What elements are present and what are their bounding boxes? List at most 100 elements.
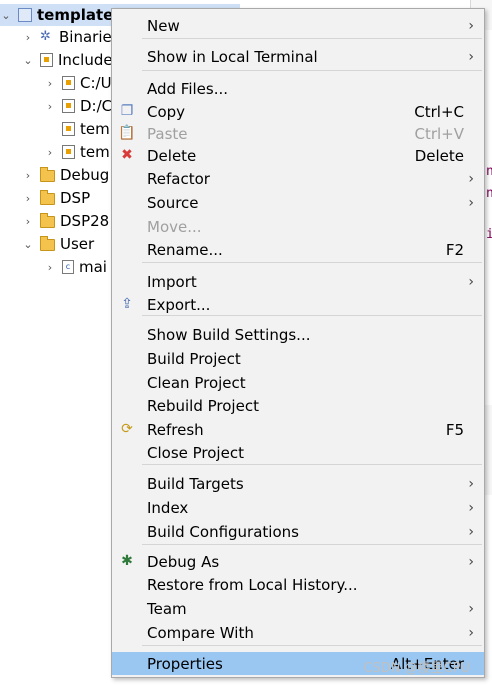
include-folder-icon [62, 122, 75, 136]
tree-item[interactable]: › ✲ Binarie [22, 26, 112, 48]
folder-icon [40, 190, 55, 205]
menu-separator [142, 544, 482, 545]
menu-item-label: Debug As [147, 552, 220, 571]
menu-separator [142, 38, 482, 39]
include-folder-icon [62, 145, 75, 159]
menu-item-label: Build Project [147, 349, 241, 368]
binaries-icon: ✲ [40, 29, 51, 44]
tree-item[interactable]: › tem [44, 141, 110, 163]
menu-separator [142, 262, 482, 263]
menu-item-move: Move... [112, 215, 484, 238]
chevron-right-icon: › [468, 48, 474, 65]
tree-item-label: template [37, 6, 114, 24]
tree-item-label: D:/C [80, 97, 113, 115]
context-menu: New › Show in Local Terminal › Add Files... ❐… [111, 8, 485, 678]
menu-item-import[interactable]: Import › [112, 270, 484, 293]
menu-separator [142, 645, 482, 646]
tree-item-label: Debug [60, 166, 110, 184]
menu-item-close-project[interactable]: Close Project [112, 441, 484, 464]
menu-item-label: Close Project [147, 443, 244, 462]
menu-item-new[interactable]: New › [112, 14, 484, 37]
menu-item-clean-project[interactable]: Clean Project [112, 371, 484, 394]
menu-item-rebuild-project[interactable]: Rebuild Project [112, 394, 484, 417]
tree-item[interactable]: › Debug [22, 164, 110, 186]
chevron-down-icon[interactable]: ⌄ [0, 9, 12, 22]
menu-item-source[interactable]: Source › [112, 191, 484, 214]
chevron-right-icon: › [468, 475, 474, 492]
tree-item[interactable]: › D:/C [44, 95, 112, 117]
menu-item-index[interactable]: Index › [112, 496, 484, 519]
menu-item-label: Export... [147, 295, 211, 314]
tree-item[interactable]: › DSP28 [22, 210, 109, 232]
menu-item-show-build-settings[interactable]: Show Build Settings... [112, 323, 484, 346]
tree-item-label: Include [58, 51, 113, 69]
tree-item[interactable]: › c mai [44, 256, 107, 278]
menu-item-label: Import [147, 272, 197, 291]
chevron-down-icon[interactable]: ⌄ [22, 238, 34, 251]
chevron-right-icon[interactable]: › [22, 192, 34, 205]
menu-item-refactor[interactable]: Refactor › [112, 167, 484, 190]
delete-icon: ✖ [121, 147, 133, 163]
menu-item-export[interactable]: ⇪ Export... [112, 293, 484, 316]
menu-item-label: Add Files... [147, 79, 229, 98]
menu-item-team[interactable]: Team › [112, 597, 484, 620]
export-icon: ⇪ [121, 296, 133, 312]
c-file-icon: c [62, 260, 74, 274]
menu-item-add-files[interactable]: Add Files... [112, 77, 484, 100]
tree-item[interactable]: ⌄ Include [22, 49, 113, 71]
tree-item-label: User [60, 235, 95, 253]
menu-item-shortcut: Ctrl+C [414, 102, 464, 121]
tree-item-label: tem [80, 120, 110, 138]
menu-item-label: Properties [147, 654, 223, 673]
chevron-right-icon[interactable]: › [44, 77, 56, 90]
menu-item-restore-from-local-history[interactable]: Restore from Local History... [112, 573, 484, 596]
tree-item-label: tem [80, 143, 110, 161]
tree-item[interactable]: tem [44, 118, 110, 140]
menu-item-build-configurations[interactable]: Build Configurations › [112, 520, 484, 543]
chevron-right-icon[interactable]: › [22, 169, 34, 182]
tree-item-label: mai [79, 258, 107, 276]
menu-item-copy[interactable]: ❐ Copy Ctrl+C [112, 100, 484, 123]
folder-icon [40, 236, 55, 251]
menu-item-label: Show Build Settings... [147, 325, 311, 344]
menu-item-refresh[interactable]: ⟳ Refresh F5 [112, 418, 484, 441]
menu-item-label: Compare With [147, 623, 254, 642]
chevron-right-icon[interactable]: › [44, 146, 56, 159]
tree-item-label: Binarie [59, 28, 112, 46]
menu-item-label: Restore from Local History... [147, 575, 358, 594]
menu-item-shortcut: F5 [445, 420, 464, 439]
menu-item-label: Delete [147, 146, 197, 165]
chevron-right-icon: › [468, 624, 474, 641]
menu-item-rename[interactable]: Rename... F2 [112, 238, 484, 261]
menu-item-label: Source [147, 193, 199, 212]
menu-item-label: New [147, 16, 180, 35]
chevron-right-icon[interactable]: › [22, 31, 34, 44]
chevron-right-icon: › [468, 523, 474, 540]
menu-item-label: Rename... [147, 240, 223, 259]
menu-item-label: Rebuild Project [147, 396, 259, 415]
menu-item-label: Refresh [147, 420, 204, 439]
chevron-right-icon[interactable]: › [22, 215, 34, 228]
menu-item-label: Refactor [147, 169, 210, 188]
menu-item-shortcut: Ctrl+V [414, 124, 464, 143]
menu-item-debug-as[interactable]: ✱ Debug As › [112, 550, 484, 573]
menu-item-build-project[interactable]: Build Project [112, 347, 484, 370]
menu-item-label: Build Configurations [147, 522, 299, 541]
menu-item-build-targets[interactable]: Build Targets › [112, 472, 484, 495]
menu-item-show-in-local-terminal[interactable]: Show in Local Terminal › [112, 45, 484, 68]
tree-item[interactable]: › DSP [22, 187, 90, 209]
menu-item-compare-with[interactable]: Compare With › [112, 621, 484, 644]
folder-icon [40, 213, 55, 228]
paste-icon: 📋 [118, 125, 136, 141]
tree-item[interactable]: › C:/U [44, 72, 112, 94]
tree-item[interactable]: ⌄ User [22, 233, 94, 255]
chevron-right-icon[interactable]: › [44, 100, 56, 113]
menu-item-delete[interactable]: ✖ Delete Delete [112, 144, 484, 167]
menu-separator [142, 464, 482, 465]
menu-item-label: Build Targets [147, 474, 244, 493]
chevron-right-icon[interactable]: › [44, 261, 56, 274]
tree-item-label: C:/U [80, 74, 112, 92]
menu-item-label: Team [147, 599, 187, 618]
chevron-right-icon: › [468, 499, 474, 516]
chevron-down-icon[interactable]: ⌄ [22, 54, 34, 67]
